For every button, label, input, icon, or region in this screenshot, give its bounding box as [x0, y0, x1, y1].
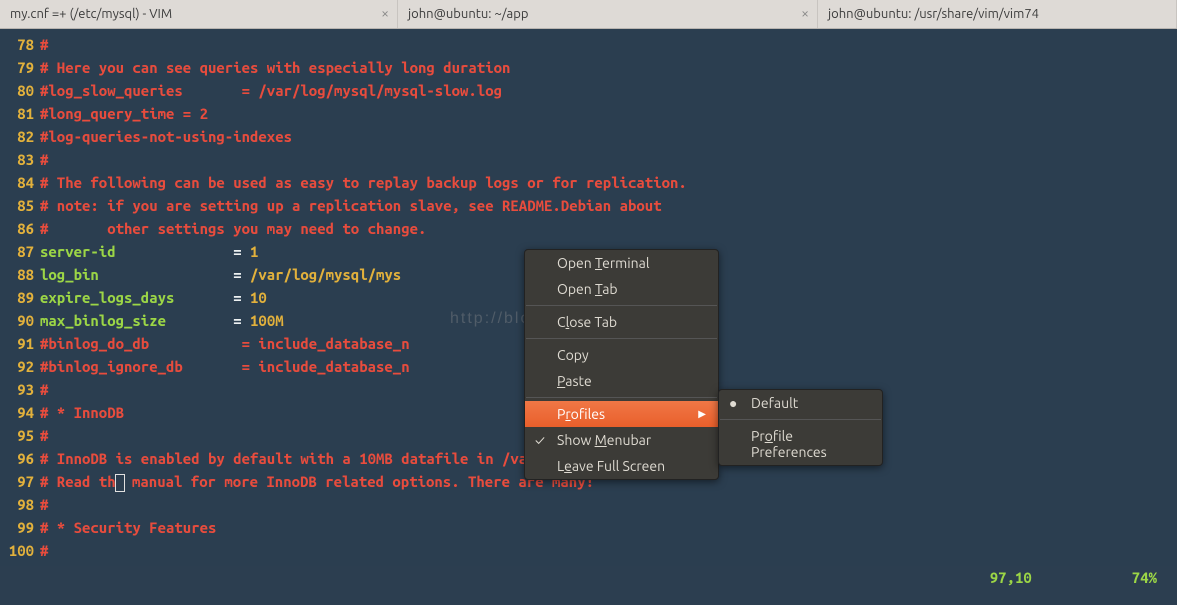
- profiles-submenu[interactable]: ● Default Profile Preferences: [718, 389, 883, 466]
- menu-item-leave-full-screen[interactable]: Leave Full Screen: [525, 453, 718, 479]
- menu-separator: [720, 419, 881, 420]
- menu-item-open-tab[interactable]: Open Tab: [525, 276, 718, 302]
- menu-label: Profile Preferences: [751, 428, 870, 460]
- menu-separator: [526, 397, 717, 398]
- menu-separator: [526, 338, 717, 339]
- menu-item-show-menubar[interactable]: ✓ Show Menubar: [525, 427, 718, 453]
- code-text: #: [40, 539, 1177, 562]
- menu-label: Close Tab: [557, 314, 617, 330]
- close-icon[interactable]: ×: [381, 5, 389, 21]
- line-number: 78: [0, 33, 40, 56]
- line-number: 95: [0, 424, 40, 447]
- menu-item-profiles[interactable]: Profiles ▶: [525, 401, 718, 427]
- line-number: 91: [0, 332, 40, 355]
- line-number: 97: [0, 470, 40, 493]
- code-line: 80#log_slow_queries = /var/log/mysql/mys…: [0, 79, 1177, 102]
- code-text: # other settings you may need to change.: [40, 217, 1177, 240]
- tab-2[interactable]: john@ubuntu: ~/app ×: [398, 0, 818, 28]
- cursor-position: 97,10: [990, 566, 1032, 589]
- code-text: # Here you can see queries with especial…: [40, 56, 1177, 79]
- context-menu[interactable]: Open Terminal Open Tab Close Tab Copy Paste P…: [524, 249, 719, 480]
- tab-label: john@ubuntu: /usr/share/vim/vim74: [828, 7, 1039, 21]
- code-line: 98#: [0, 493, 1177, 516]
- line-number: 87: [0, 240, 40, 263]
- code-text: # * Security Features: [40, 516, 1177, 539]
- line-number: 80: [0, 79, 40, 102]
- line-number: 82: [0, 125, 40, 148]
- cursor: [115, 474, 125, 492]
- submenu-item-profile-preferences[interactable]: Profile Preferences: [719, 423, 882, 465]
- code-line: 83#: [0, 148, 1177, 171]
- line-number: 92: [0, 355, 40, 378]
- line-number: 83: [0, 148, 40, 171]
- code-text: #: [40, 493, 1177, 516]
- line-number: 84: [0, 171, 40, 194]
- code-line: 85# note: if you are setting up a replic…: [0, 194, 1177, 217]
- line-number: 100: [0, 539, 40, 562]
- tab-1[interactable]: my.cnf =+ (/etc/mysql) - VIM ×: [0, 0, 398, 28]
- line-number: 99: [0, 516, 40, 539]
- menu-label: Open Terminal: [557, 255, 650, 271]
- code-line: 79# Here you can see queries with especi…: [0, 56, 1177, 79]
- code-line: 84# The following can be used as easy to…: [0, 171, 1177, 194]
- status-bar: 97,10 74%: [0, 566, 1177, 589]
- tab-label: john@ubuntu: ~/app: [408, 7, 528, 21]
- line-number: 98: [0, 493, 40, 516]
- code-text: # The following can be used as easy to r…: [40, 171, 1177, 194]
- code-line: 82#log-queries-not-using-indexes: [0, 125, 1177, 148]
- menu-label: Copy: [557, 347, 589, 363]
- chevron-right-icon: ▶: [698, 408, 706, 420]
- code-text: # note: if you are setting up a replicat…: [40, 194, 1177, 217]
- code-text: #long_query_time = 2: [40, 102, 1177, 125]
- code-line: 81#long_query_time = 2: [0, 102, 1177, 125]
- menu-label: Open Tab: [557, 281, 618, 297]
- menu-item-open-terminal[interactable]: Open Terminal: [525, 250, 718, 276]
- menu-label: Paste: [557, 373, 592, 389]
- line-number: 89: [0, 286, 40, 309]
- menu-label: Default: [751, 395, 798, 411]
- scroll-percent: 74%: [1132, 566, 1157, 589]
- code-line: 86# other settings you may need to chang…: [0, 217, 1177, 240]
- line-number: 93: [0, 378, 40, 401]
- line-number: 94: [0, 401, 40, 424]
- menu-label: Profiles: [557, 406, 605, 422]
- menu-item-close-tab[interactable]: Close Tab: [525, 309, 718, 335]
- menu-item-copy[interactable]: Copy: [525, 342, 718, 368]
- line-number: 86: [0, 217, 40, 240]
- line-number: 81: [0, 102, 40, 125]
- menu-label: Leave Full Screen: [557, 458, 665, 474]
- code-line: 100#: [0, 539, 1177, 562]
- tab-3[interactable]: john@ubuntu: /usr/share/vim/vim74: [818, 0, 1177, 28]
- code-text: #log_slow_queries = /var/log/mysql/mysql…: [40, 79, 1177, 102]
- menu-label: Show Menubar: [557, 432, 651, 448]
- line-number: 85: [0, 194, 40, 217]
- tab-bar: my.cnf =+ (/etc/mysql) - VIM × john@ubun…: [0, 0, 1177, 29]
- line-number: 88: [0, 263, 40, 286]
- close-icon[interactable]: ×: [801, 5, 809, 21]
- tab-label: my.cnf =+ (/etc/mysql) - VIM: [10, 7, 172, 21]
- submenu-item-default[interactable]: ● Default: [719, 390, 882, 416]
- line-number: 90: [0, 309, 40, 332]
- menu-separator: [526, 305, 717, 306]
- line-number: 79: [0, 56, 40, 79]
- menu-item-paste[interactable]: Paste: [525, 368, 718, 394]
- code-text: #: [40, 33, 1177, 56]
- code-line: 99# * Security Features: [0, 516, 1177, 539]
- line-number: 96: [0, 447, 40, 470]
- code-text: #: [40, 148, 1177, 171]
- check-icon: ✓: [535, 432, 545, 448]
- code-line: 78#: [0, 33, 1177, 56]
- radio-icon: ●: [729, 395, 737, 411]
- code-text: #log-queries-not-using-indexes: [40, 125, 1177, 148]
